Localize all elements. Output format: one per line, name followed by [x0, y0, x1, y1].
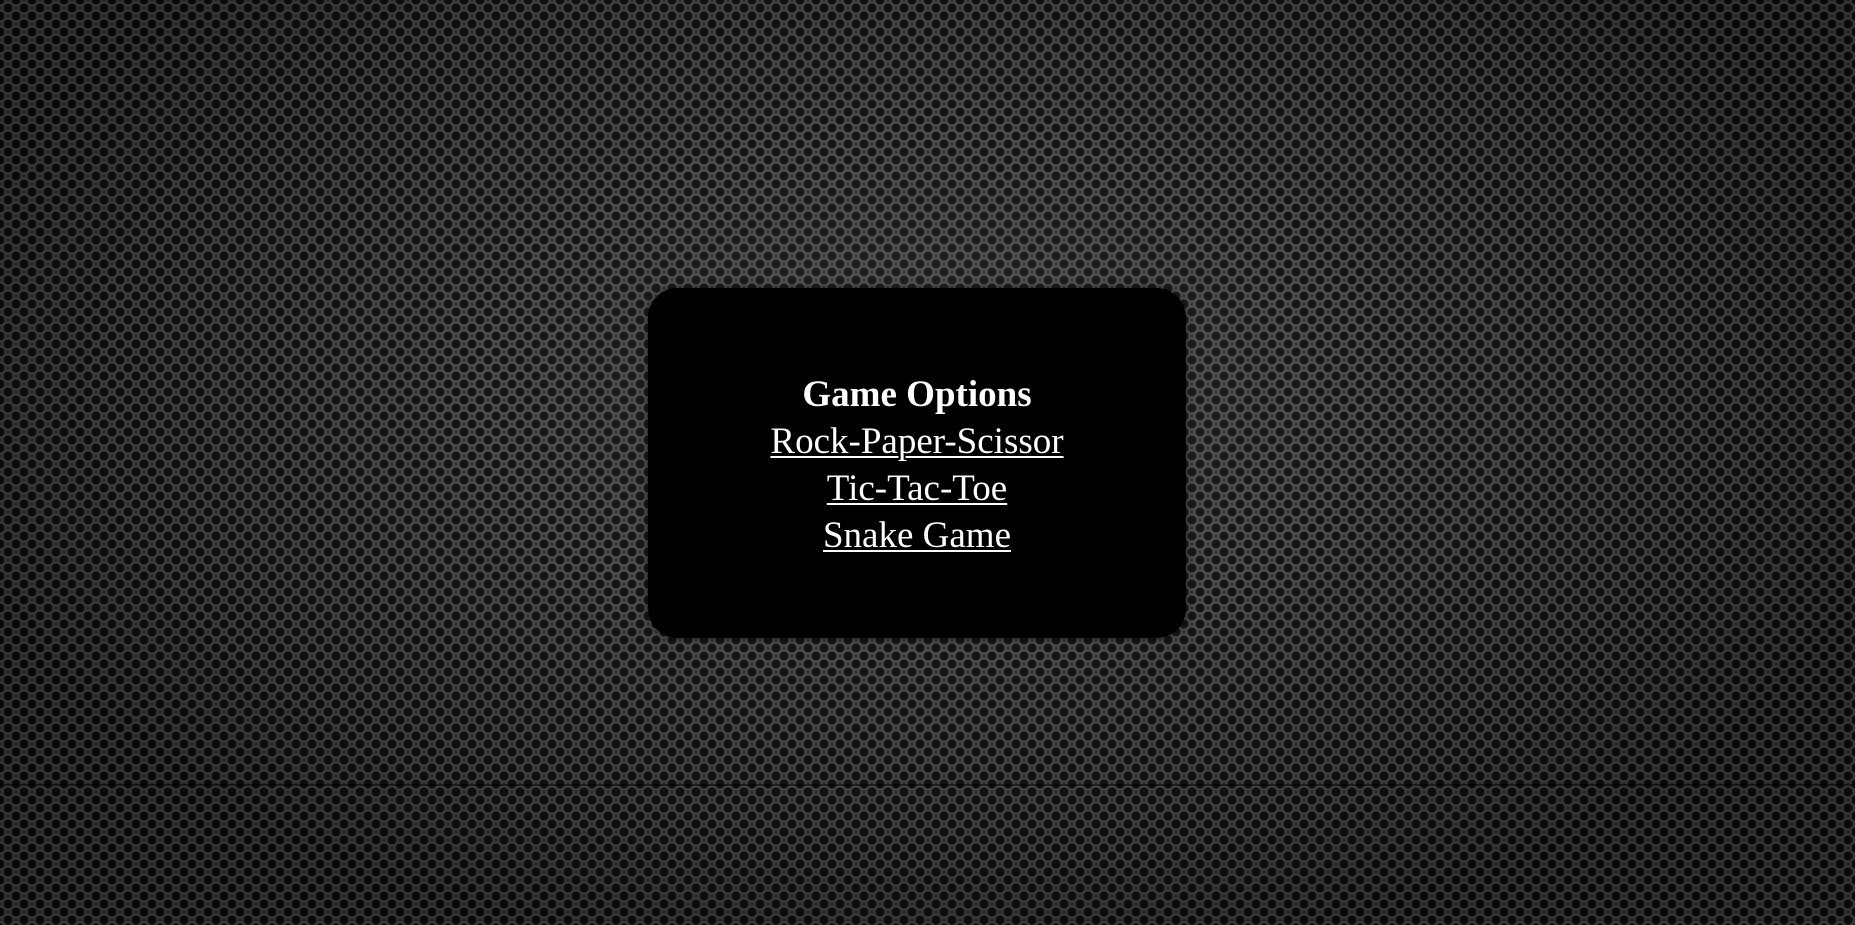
tic-tac-toe-link[interactable]: Tic-Tac-Toe	[827, 465, 1007, 512]
background-seam	[0, 784, 1855, 786]
menu-row-rock-paper-scissor: Rock-Paper-Scissor	[648, 418, 1186, 465]
game-options-panel: Game Options Rock-Paper-Scissor Tic-Tac-…	[648, 288, 1186, 638]
game-options-page: { "menu": { "title": "Game Options", "li…	[0, 0, 1855, 925]
game-options-title: Game Options	[802, 374, 1032, 415]
snake-game-link[interactable]: Snake Game	[823, 512, 1011, 559]
game-options-menu: Game Options Rock-Paper-Scissor Tic-Tac-…	[648, 371, 1186, 559]
rock-paper-scissor-link[interactable]: Rock-Paper-Scissor	[770, 418, 1063, 465]
menu-row-snake-game: Snake Game	[648, 512, 1186, 559]
menu-row-tic-tac-toe: Tic-Tac-Toe	[648, 465, 1186, 512]
